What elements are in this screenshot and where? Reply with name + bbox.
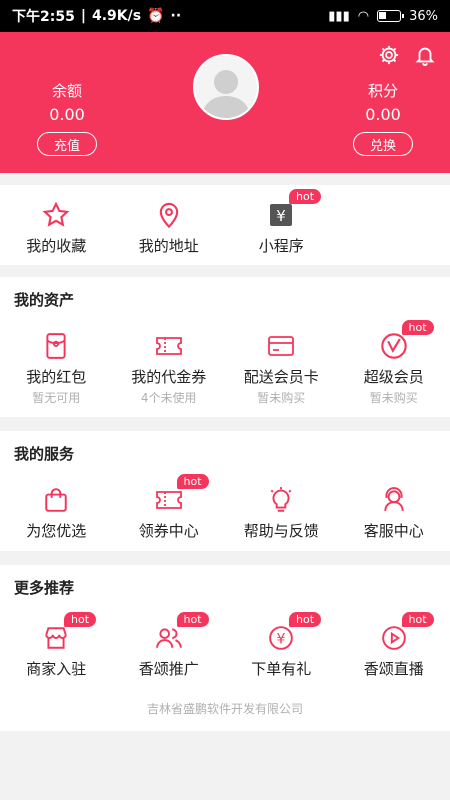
- section-title-assets: 我的资产: [14, 291, 75, 309]
- hot-badge: hot: [176, 474, 209, 489]
- quick-item-address[interactable]: 我的地址: [113, 199, 226, 256]
- profile-header: 余额 0.00 充值 积分 0.00 兑换: [0, 32, 450, 173]
- hot-badge: hot: [401, 612, 434, 627]
- service-item-label: 帮助与反馈: [243, 522, 319, 540]
- asset-item-red-packet[interactable]: 我的红包 暂无可用: [0, 330, 113, 406]
- quick-links-card: 我的收藏 我的地址 ¥ 小程序 hot: [0, 185, 450, 265]
- assets-card: 我的资产 我的红包 暂无可用 我的代金券 4个未使用 配送会员卡 暂未购买 超级…: [0, 277, 450, 417]
- asset-item-label: 超级会员: [363, 368, 424, 386]
- service-item-label: 领券中心: [138, 522, 199, 540]
- balance-label: 余额: [51, 82, 82, 100]
- avatar[interactable]: [193, 54, 259, 120]
- more-item-label: 下单有礼: [251, 660, 312, 678]
- headset-icon: [378, 484, 410, 516]
- service-item-recommend[interactable]: 为您优选: [0, 484, 113, 541]
- points-value: 0.00: [365, 105, 401, 124]
- member-card-icon: [265, 330, 297, 362]
- more-item-label: 香颂推广: [138, 660, 199, 678]
- hot-badge: hot: [64, 612, 97, 627]
- hot-badge: hot: [176, 612, 209, 627]
- service-item-label: 客服中心: [363, 522, 424, 540]
- settings-gear-icon[interactable]: [378, 44, 400, 66]
- more-item-label: 香颂直播: [363, 660, 424, 678]
- section-title-more: 更多推荐: [14, 579, 75, 597]
- svg-text:¥: ¥: [277, 631, 286, 647]
- service-item-label: 为您优选: [26, 522, 87, 540]
- company-footer: 吉林省盛鹏软件开发有限公司: [146, 702, 303, 716]
- asset-item-label: 我的代金券: [131, 368, 207, 386]
- quick-item-mini-program[interactable]: ¥ 小程序 hot: [225, 189, 338, 256]
- asset-item-sub: 暂未购买: [257, 391, 306, 405]
- more-card: 更多推荐 商家入驻 hot 香颂推广 hot ¥ 下单有礼 hot 香颂直播 h…: [0, 565, 450, 731]
- star-icon: [40, 199, 72, 231]
- svg-text:¥: ¥: [276, 207, 286, 225]
- more-item-order-gift[interactable]: ¥ 下单有礼 hot: [225, 612, 338, 679]
- points-block: 积分 0.00 兑换: [328, 80, 438, 156]
- hot-badge: hot: [289, 189, 322, 204]
- service-item-coupon-center[interactable]: 领券中心 hot: [113, 474, 226, 541]
- more-item-live[interactable]: 香颂直播 hot: [338, 612, 450, 679]
- asset-item-label: 配送会员卡: [243, 368, 319, 386]
- location-icon: [153, 199, 185, 231]
- lightbulb-icon: [265, 484, 297, 516]
- balance-value: 0.00: [49, 105, 85, 124]
- service-item-help[interactable]: 帮助与反馈: [225, 484, 338, 541]
- asset-item-super-vip[interactable]: 超级会员 暂未购买 hot: [338, 320, 450, 406]
- exchange-button[interactable]: 兑换: [353, 132, 413, 156]
- notification-bell-icon[interactable]: [414, 44, 436, 66]
- quick-item-label: 我的收藏: [26, 237, 87, 255]
- more-item-promotion[interactable]: 香颂推广 hot: [113, 612, 226, 679]
- wifi-icon: ◠: [357, 8, 370, 24]
- asset-item-sub: 暂无可用: [32, 391, 81, 405]
- red-packet-icon: [40, 330, 72, 362]
- asset-item-voucher[interactable]: 我的代金券 4个未使用: [113, 330, 226, 406]
- asset-item-sub: 4个未使用: [140, 391, 197, 405]
- quick-item-label: 我的地址: [138, 237, 199, 255]
- asset-item-member-card[interactable]: 配送会员卡 暂未购买: [225, 330, 338, 406]
- more-item-label: 商家入驻: [26, 660, 87, 678]
- points-label: 积分: [367, 82, 398, 100]
- hot-badge: hot: [401, 320, 434, 335]
- status-time: 下午2:55: [12, 9, 75, 25]
- quick-item-favorites[interactable]: 我的收藏: [0, 199, 113, 256]
- more-dots-icon: ··: [170, 8, 182, 24]
- status-bar: 下午2:55 | 4.9K/s ⏰ ·· ▮▮▮ ◠ 36%: [0, 0, 450, 32]
- balance-block: 余额 0.00 充值: [12, 80, 122, 156]
- signal-icon: ▮▮▮: [328, 8, 350, 24]
- battery-level: 36%: [409, 8, 438, 24]
- hot-badge: hot: [289, 612, 322, 627]
- service-item-customer-service[interactable]: 客服中心: [338, 484, 450, 541]
- alarm-icon: ⏰: [147, 8, 165, 24]
- asset-item-label: 我的红包: [26, 368, 87, 386]
- section-title-services: 我的服务: [14, 445, 75, 463]
- battery-icon: [377, 10, 405, 22]
- services-card: 我的服务 为您优选 领券中心 hot 帮助与反馈 客服中心: [0, 431, 450, 551]
- more-item-merchant[interactable]: 商家入驻 hot: [0, 612, 113, 679]
- voucher-icon: [153, 330, 185, 362]
- shopping-bag-icon: [40, 484, 72, 516]
- recharge-button[interactable]: 充值: [37, 132, 97, 156]
- network-speed: 4.9K/s: [91, 8, 142, 24]
- quick-item-label: 小程序: [258, 237, 304, 255]
- asset-item-sub: 暂未购买: [369, 391, 418, 405]
